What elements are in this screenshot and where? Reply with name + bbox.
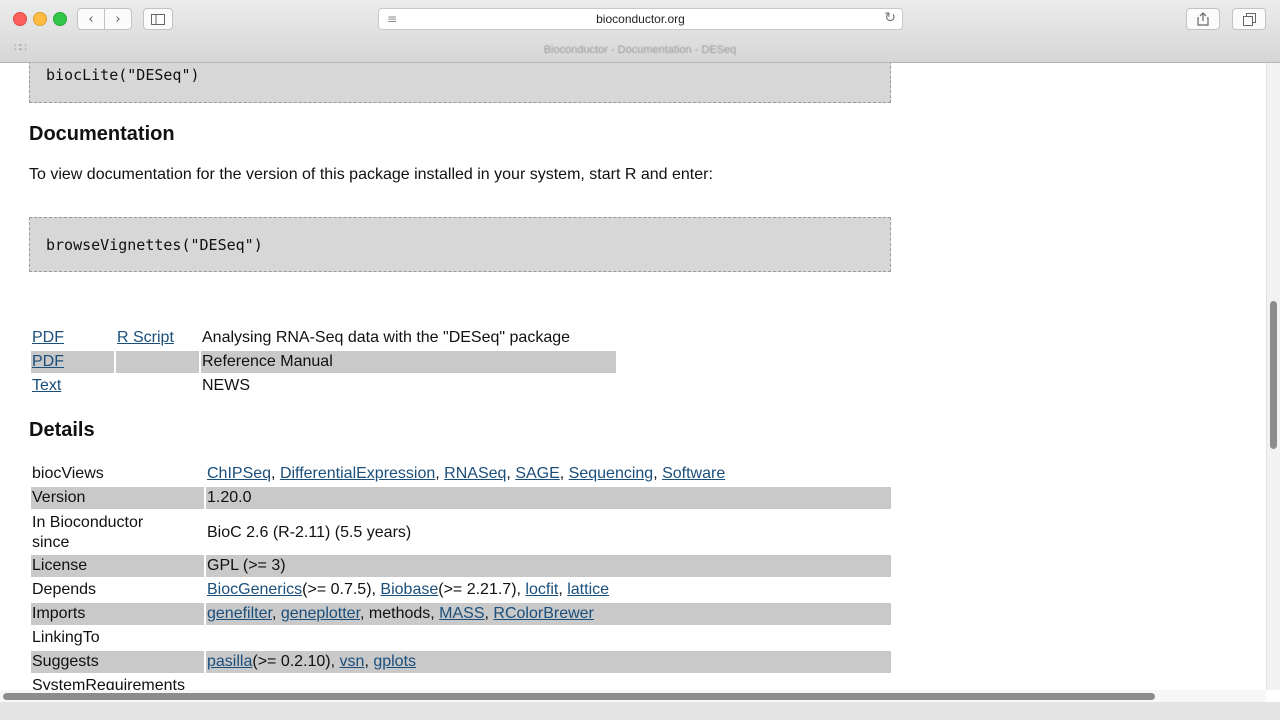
details-row-sysreq: SystemRequirements bbox=[31, 675, 891, 690]
details-row-license: License GPL (>= 3) bbox=[31, 555, 891, 577]
imports-link[interactable]: geneplotter bbox=[281, 605, 360, 622]
details-row-since: In Bioconductor since BioC 2.6 (R-2.11) (… bbox=[31, 511, 891, 555]
vertical-scrollbar[interactable] bbox=[1266, 63, 1280, 690]
vignette-rscript-link[interactable]: R Script bbox=[117, 329, 174, 346]
depends-link[interactable]: BiocGenerics bbox=[207, 581, 302, 598]
vignette-script-empty bbox=[116, 351, 199, 373]
details-key: SystemRequirements bbox=[32, 677, 185, 690]
vignette-title: Reference Manual bbox=[201, 351, 616, 373]
install-code-block: biocLite("DESeq") bbox=[29, 63, 891, 103]
sidebar-toggle-button[interactable] bbox=[143, 8, 173, 30]
forward-button[interactable]: › bbox=[104, 8, 132, 30]
suggests-version: (>= 0.2.10), bbox=[252, 653, 340, 670]
vignette-row: PDF R Script Analysing RNA-Seq data with… bbox=[31, 327, 615, 349]
details-heading: Details bbox=[29, 419, 95, 441]
details-value: pasilla(>= 0.2.10), vsn, gplots bbox=[206, 651, 891, 673]
page-content: biocLite("DESeq") Documentation To view … bbox=[0, 63, 1266, 690]
details-row-depends: Depends BiocGenerics(>= 0.7.5), Biobase(… bbox=[31, 579, 891, 601]
window-zoom-button[interactable] bbox=[53, 12, 67, 26]
details-key: Suggests bbox=[31, 651, 204, 673]
biocview-link[interactable]: SAGE bbox=[515, 465, 559, 482]
vertical-scroll-thumb[interactable] bbox=[1270, 301, 1277, 449]
details-key: Version bbox=[31, 487, 204, 509]
details-value: genefilter, geneplotter, methods, MASS, … bbox=[206, 603, 891, 625]
imports-link[interactable]: genefilter bbox=[207, 605, 272, 622]
vignette-code: browseVignettes("DESeq") bbox=[46, 236, 263, 254]
tab-title: Bioconductor - Documentation - DESeq bbox=[543, 44, 737, 56]
details-row-linkingto: LinkingTo bbox=[31, 627, 891, 649]
details-value: 1.20.0 bbox=[206, 487, 891, 509]
details-row-suggests: Suggests pasilla(>= 0.2.10), vsn, gplots bbox=[31, 651, 891, 673]
imports-link[interactable]: MASS bbox=[439, 605, 484, 622]
chevron-left-icon: ‹ bbox=[88, 11, 94, 27]
manual-pdf-link[interactable]: PDF bbox=[32, 353, 64, 370]
horizontal-scrollbar[interactable] bbox=[0, 690, 1266, 702]
biocview-link[interactable]: RNASeq bbox=[444, 465, 506, 482]
depends-link[interactable]: locfit bbox=[525, 581, 558, 598]
back-button[interactable]: ‹ bbox=[77, 8, 105, 30]
vignette-title: Analysing RNA-Seq data with the "DESeq" … bbox=[202, 329, 571, 346]
documentation-heading: Documentation bbox=[29, 123, 175, 145]
share-icon bbox=[1197, 12, 1209, 26]
install-code: biocLite("DESeq") bbox=[46, 66, 200, 84]
details-value: ChIPSeq, DifferentialExpression, RNASeq,… bbox=[207, 465, 726, 482]
vignette-code-block: browseVignettes("DESeq") bbox=[29, 217, 891, 272]
depends-version: (>= 2.21.7), bbox=[438, 581, 526, 598]
suggests-link[interactable]: vsn bbox=[340, 653, 365, 670]
depends-version: (>= 0.7.5), bbox=[302, 581, 381, 598]
details-row-imports: Imports genefilter, geneplotter, methods… bbox=[31, 603, 891, 625]
depends-link[interactable]: lattice bbox=[567, 581, 609, 598]
imports-link[interactable]: RColorBrewer bbox=[493, 605, 593, 622]
vignette-row: Text NEWS bbox=[31, 375, 615, 397]
details-key: LinkingTo bbox=[32, 629, 100, 646]
biocview-link[interactable]: Sequencing bbox=[569, 465, 654, 482]
details-key: biocViews bbox=[32, 465, 104, 482]
details-value: GPL (>= 3) bbox=[206, 555, 891, 577]
window-bottom-edge bbox=[0, 702, 1280, 720]
details-value: BiocGenerics(>= 0.7.5), Biobase(>= 2.21.… bbox=[206, 579, 891, 601]
details-key: Depends bbox=[32, 581, 97, 598]
horizontal-scroll-thumb[interactable] bbox=[3, 693, 1155, 700]
vignette-pdf-link[interactable]: PDF bbox=[32, 329, 64, 346]
details-key-line: In Bioconductor bbox=[32, 514, 144, 531]
details-row-biocviews: biocViews ChIPSeq, DifferentialExpressio… bbox=[31, 463, 891, 485]
sidebar-icon bbox=[151, 13, 165, 25]
depends-separator: , bbox=[558, 581, 568, 598]
window-close-button[interactable] bbox=[13, 12, 27, 26]
suggests-link[interactable]: gplots bbox=[373, 653, 416, 670]
imports-plain: methods bbox=[368, 605, 431, 622]
suggests-link[interactable]: pasilla bbox=[207, 653, 252, 670]
address-bar[interactable]: ≡ bioconductor.org ↻ bbox=[378, 8, 903, 30]
browser-toolbar: ‹ › ≡ bioconductor.org ↻ ∷∷ Bioconductor… bbox=[0, 0, 1280, 63]
tabs-icon bbox=[1242, 12, 1256, 26]
url-text: bioconductor.org bbox=[596, 12, 685, 26]
show-tabs-button[interactable] bbox=[1232, 8, 1266, 30]
window-minimize-button[interactable] bbox=[33, 12, 47, 26]
biocview-link[interactable]: DifferentialExpression bbox=[280, 465, 435, 482]
reload-icon[interactable]: ↻ bbox=[884, 10, 896, 26]
news-text-link[interactable]: Text bbox=[32, 377, 61, 394]
details-key-line: since bbox=[32, 534, 70, 551]
details-row-version: Version 1.20.0 bbox=[31, 487, 891, 509]
biocview-link[interactable]: Software bbox=[662, 465, 725, 482]
chevron-right-icon: › bbox=[115, 11, 121, 27]
details-value: BioC 2.6 (R-2.11) (5.5 years) bbox=[207, 524, 412, 541]
biocview-link[interactable]: ChIPSeq bbox=[207, 465, 271, 482]
details-key: In Bioconductor since bbox=[31, 513, 204, 553]
documentation-text: To view documentation for the version of… bbox=[29, 166, 713, 183]
vignette-title: NEWS bbox=[202, 377, 250, 394]
details-key: Imports bbox=[31, 603, 204, 625]
vignette-row: PDF Reference Manual bbox=[31, 351, 616, 373]
details-key: License bbox=[31, 555, 204, 577]
depends-link[interactable]: Biobase bbox=[380, 581, 438, 598]
share-button[interactable] bbox=[1186, 8, 1220, 30]
